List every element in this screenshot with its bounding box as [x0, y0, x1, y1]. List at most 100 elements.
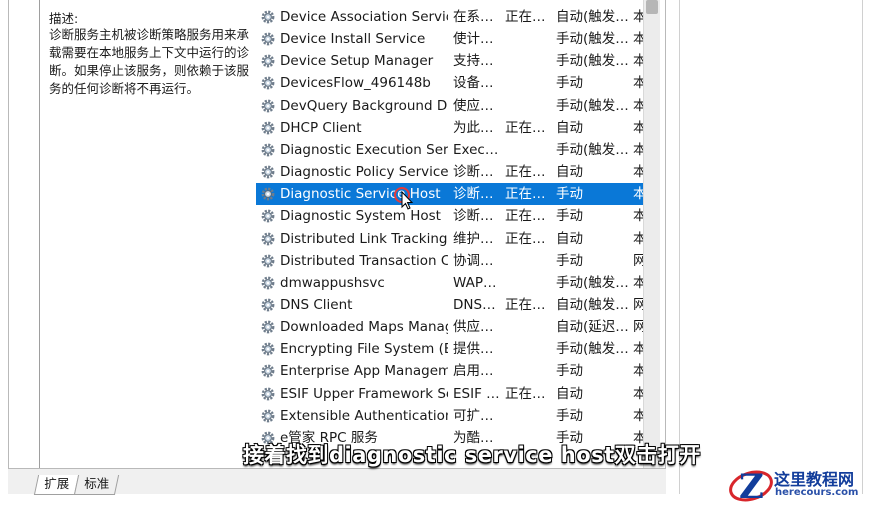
service-row[interactable]: DevQuery Background Dis… 使应… 手动(触发…本 — [256, 95, 643, 117]
mouse-pointer-icon — [394, 187, 414, 210]
service-gear-icon — [261, 232, 275, 245]
service-log-on-as: 本 — [633, 208, 643, 225]
service-gear-icon — [261, 387, 275, 400]
service-gear-icon — [261, 254, 275, 268]
service-gear-icon — [261, 54, 275, 68]
service-log-on-as: 网 — [633, 252, 643, 269]
description-label: 描述: — [49, 11, 79, 26]
service-row[interactable]: Diagnostic System Host 诊断… 正在… 手动 本 — [256, 205, 643, 227]
service-name: Extensible Authentication … — [280, 407, 448, 424]
service-startup-type: 手动(触发… — [556, 141, 629, 158]
service-description: DNS… — [453, 296, 496, 313]
service-description: WAP… — [453, 274, 497, 291]
site-url: herecours.com — [775, 487, 859, 498]
svg-text:Z: Z — [739, 467, 764, 506]
service-row[interactable]: DHCP Client 为此… 正在… 自动 本 — [256, 117, 643, 139]
service-row[interactable]: DevicesFlow_496148b 设备… 手动 本 — [256, 72, 643, 94]
service-gear-icon — [261, 187, 275, 201]
service-row[interactable]: ESIF Upper Framework Ser… ESIF … 正在… 自动 本 — [256, 383, 643, 405]
service-log-on-as: 本 — [633, 31, 643, 48]
service-row[interactable]: Enterprise App Manageme… 启用… 手动 本 — [256, 360, 643, 382]
service-startup-type: 手动 — [556, 363, 583, 380]
service-name: Encrypting File System (EFS) — [280, 341, 448, 358]
service-row[interactable]: Extensible Authentication … 可扩… 手动 本 — [256, 405, 643, 427]
service-log-on-as: 网 — [633, 296, 643, 313]
tab-standard[interactable]: 标准 — [73, 475, 120, 495]
service-row[interactable]: Diagnostic Policy Service 诊断… 正在… 自动 本 — [256, 161, 643, 183]
service-name: Device Association Service — [280, 9, 448, 25]
scrollbar-thumb[interactable] — [646, 0, 658, 14]
site-logo-icon: Z — [729, 467, 773, 506]
service-status: 正在… — [505, 164, 546, 181]
service-status: 正在… — [505, 119, 546, 136]
service-name: dmwappushsvc — [280, 274, 385, 291]
service-row[interactable]: Distributed Transaction Co… 协调… 手动 网 — [256, 250, 643, 272]
service-gear-icon — [261, 32, 275, 46]
service-name: Enterprise App Manageme… — [280, 363, 448, 380]
service-log-on-as: 本 — [633, 407, 643, 424]
service-description: 维护… — [453, 230, 494, 247]
right-pane — [679, 0, 863, 494]
service-startup-type: 手动 — [556, 407, 583, 424]
tab-extended[interactable]: 扩展 — [33, 475, 80, 495]
service-name: Distributed Transaction Co… — [280, 252, 448, 269]
service-startup-type: 自动 — [556, 119, 583, 136]
service-name: Diagnostic Policy Service — [280, 164, 448, 181]
service-log-on-as: 本 — [633, 363, 643, 380]
service-log-on-as: 本 — [633, 53, 643, 70]
service-startup-type: 自动(触发… — [556, 9, 629, 25]
service-description: 可扩… — [453, 407, 494, 424]
vertical-scrollbar[interactable] — [643, 0, 660, 468]
service-row[interactable]: Device Setup Manager 支持… 手动(触发… 本 — [256, 50, 643, 72]
service-startup-type: 手动(触发… — [556, 31, 629, 48]
service-gear-icon — [261, 77, 275, 90]
service-startup-type: 手动(触发… — [556, 341, 629, 358]
service-row[interactable]: Device Install Service 使计… 手动(触发… 本 — [256, 28, 643, 50]
service-row[interactable]: Diagnostic Execution Service Exec… 手动(触发…本 — [256, 139, 643, 161]
service-startup-type: 手动 — [556, 252, 583, 269]
description-text: 诊断服务主机被诊断策略服务用来承载需要在本地服务上下文中运行的诊断。如果停止该服… — [49, 27, 250, 96]
view-tabs: 扩展 标准 — [8, 468, 666, 495]
service-startup-type: 手动(触发… — [556, 53, 629, 70]
service-startup-type: 手动 — [556, 75, 583, 92]
service-row[interactable]: dmwappushsvc WAP… 手动(触发… 本 — [256, 272, 643, 294]
service-status: 正在… — [505, 385, 546, 402]
service-log-on-as: 本 — [633, 141, 643, 158]
service-log-on-as: 本 — [633, 341, 643, 358]
service-name: DNS Client — [280, 296, 353, 313]
service-gear-icon — [261, 99, 275, 112]
service-gear-icon — [261, 10, 275, 24]
service-description: 在系… — [453, 9, 494, 25]
service-gear-icon — [261, 298, 275, 312]
service-row[interactable]: Device Association Service 在系… 正在… 自动(触发… 本 — [256, 6, 643, 28]
service-row[interactable]: DNS Client DNS… 正在… 自动(触发… 网 — [256, 294, 643, 316]
service-row[interactable]: Distributed Link Tracking C… 维护… 正在… 自动 本 — [256, 228, 643, 250]
service-log-on-as: 本 — [633, 186, 643, 203]
service-gear-icon — [261, 342, 275, 356]
service-description: 诊断… — [453, 164, 494, 181]
service-name: DevicesFlow_496148b — [280, 75, 431, 92]
service-description: 启用… — [453, 363, 494, 380]
service-description: 使应… — [453, 97, 494, 114]
service-name: Diagnostic Execution Service — [280, 141, 448, 158]
service-description: 支持… — [453, 53, 494, 70]
service-row[interactable]: Diagnostic Service Host 诊断… 正在… 手动 本 — [256, 183, 643, 206]
service-log-on-as: 本 — [633, 97, 643, 114]
service-log-on-as: 本 — [633, 274, 643, 291]
service-log-on-as: 本 — [633, 9, 643, 25]
description-panel: 描述: 诊断服务主机被诊断策略服务用来承载需要在本地服务上下文中运行的诊断。如果… — [39, 0, 263, 468]
service-startup-type: 手动(触发… — [556, 97, 629, 114]
service-description: 使计… — [453, 31, 494, 48]
service-description: 诊断… — [453, 208, 494, 225]
service-row[interactable]: Downloaded Maps Manager 供应… 自动(延迟…网 — [256, 316, 643, 338]
service-gear-icon — [261, 409, 275, 423]
service-startup-type: 自动(触发… — [556, 296, 629, 313]
service-name: ESIF Upper Framework Ser… — [280, 385, 448, 402]
service-log-on-as: 本 — [633, 230, 643, 247]
video-subtitle: 接着找到diagnostic service host双击打开 — [243, 443, 701, 467]
service-row[interactable]: Encrypting File System (EFS) 提供… 手动(触发…本 — [256, 338, 643, 360]
service-status: 正在… — [505, 9, 546, 25]
service-description: 诊断… — [453, 186, 494, 203]
service-log-on-as: 本 — [633, 385, 643, 402]
service-name: Distributed Link Tracking C… — [280, 230, 448, 247]
